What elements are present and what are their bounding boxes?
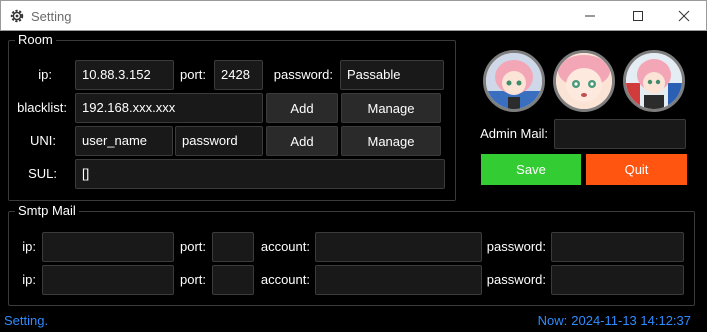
close-button[interactable]	[661, 1, 707, 31]
window-title: Setting	[31, 9, 72, 24]
avatar-3	[623, 50, 685, 112]
room-ip-field[interactable]: 10.88.3.152	[75, 60, 174, 90]
smtp-group-label: Smtp Mail	[15, 203, 79, 218]
smtp-ip-label: ip:	[22, 272, 36, 287]
minimize-button[interactable]	[567, 1, 613, 31]
uni-label: UNI:	[30, 133, 56, 148]
maximize-icon	[632, 10, 644, 22]
smtp-ip-label: ip:	[22, 239, 36, 254]
quit-button[interactable]: Quit	[586, 154, 687, 185]
room-ip-label: ip:	[38, 67, 52, 82]
sul-field[interactable]: []	[75, 159, 445, 189]
status-text: Setting.	[4, 313, 49, 328]
room-group-label: Room	[15, 32, 56, 47]
room-port-label: port:	[179, 67, 206, 82]
smtp-password-field[interactable]	[551, 265, 684, 295]
smtp-account-label: account:	[260, 239, 310, 254]
uni-manage-button[interactable]: Manage	[341, 126, 441, 156]
admin-mail-label: Admin Mail:	[480, 126, 548, 141]
maximize-button[interactable]	[615, 1, 661, 31]
avatar-2	[553, 50, 615, 112]
smtp-account-label: account:	[260, 272, 310, 287]
room-password-field[interactable]: Passable	[340, 60, 444, 90]
room-password-label: password:	[273, 67, 333, 82]
blacklist-manage-button[interactable]: Manage	[341, 93, 441, 123]
status-datetime: Now: 2024-11-13 14:12:37	[538, 313, 691, 328]
blacklist-field[interactable]: 192.168.xxx.xxx	[75, 93, 263, 123]
close-icon	[678, 10, 690, 22]
uni-password-field[interactable]: password	[175, 126, 263, 156]
smtp-port-field[interactable]	[212, 265, 254, 295]
blacklist-add-button[interactable]: Add	[266, 93, 338, 123]
save-button[interactable]: Save	[481, 154, 581, 185]
gear-icon	[9, 8, 25, 24]
smtp-ip-field[interactable]	[42, 232, 174, 262]
status-datetime-value: 2024-11-13 14:12:37	[571, 313, 691, 328]
smtp-account-field[interactable]	[315, 232, 482, 262]
uni-username-field[interactable]: user_name	[75, 126, 173, 156]
smtp-password-label: password:	[486, 272, 546, 287]
smtp-port-label: port:	[179, 239, 206, 254]
smtp-password-label: password:	[486, 239, 546, 254]
sul-label: SUL:	[28, 166, 57, 181]
blacklist-label: blacklist:	[17, 100, 67, 115]
room-port-field[interactable]: 2428	[214, 60, 263, 90]
smtp-port-label: port:	[179, 272, 206, 287]
smtp-port-field[interactable]	[212, 232, 254, 262]
admin-mail-field[interactable]	[554, 119, 686, 149]
title-bar: Setting	[0, 0, 707, 31]
minimize-icon	[584, 10, 596, 22]
smtp-ip-field[interactable]	[42, 265, 174, 295]
smtp-account-field[interactable]	[315, 265, 482, 295]
uni-add-button[interactable]: Add	[266, 126, 338, 156]
avatar-1	[483, 50, 545, 112]
smtp-password-field[interactable]	[551, 232, 684, 262]
status-now-label: Now:	[537, 313, 568, 328]
